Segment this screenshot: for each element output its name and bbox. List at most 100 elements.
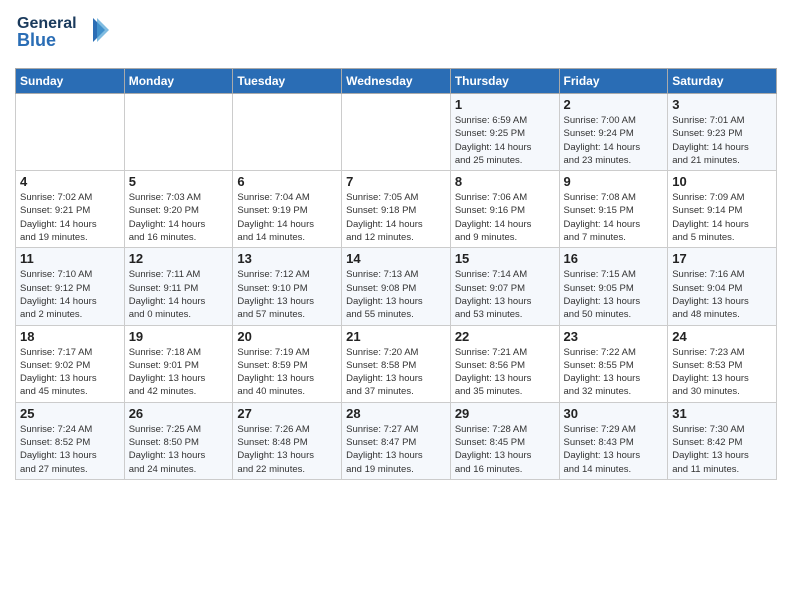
day-info: Sunrise: 7:12 AMSunset: 9:10 PMDaylight:… <box>237 268 337 321</box>
calendar-header: SundayMondayTuesdayWednesdayThursdayFrid… <box>16 69 777 94</box>
calendar-container: General Blue SundayMondayTuesdayWednesda… <box>0 0 792 490</box>
day-number: 24 <box>672 329 772 344</box>
day-cell <box>16 94 125 171</box>
logo-area: General Blue <box>15 10 125 60</box>
day-number: 6 <box>237 174 337 189</box>
day-number: 17 <box>672 251 772 266</box>
day-info: Sunrise: 7:08 AMSunset: 9:15 PMDaylight:… <box>564 191 664 244</box>
day-cell: 27 Sunrise: 7:26 AMSunset: 8:48 PMDayligh… <box>233 402 342 479</box>
day-cell: 18 Sunrise: 7:17 AMSunset: 9:02 PMDayligh… <box>16 325 125 402</box>
day-cell: 4 Sunrise: 7:02 AMSunset: 9:21 PMDaylight… <box>16 171 125 248</box>
day-cell: 12Sunrise: 7:11 AMSunset: 9:11 PMDayligh… <box>124 248 233 325</box>
week-row-2: 4 Sunrise: 7:02 AMSunset: 9:21 PMDaylight… <box>16 171 777 248</box>
day-info: Sunrise: 7:15 AMSunset: 9:05 PMDaylight:… <box>564 268 664 321</box>
day-number: 14 <box>346 251 446 266</box>
day-info: Sunrise: 7:00 AMSunset: 9:24 PMDaylight:… <box>564 114 664 167</box>
day-cell: 29 Sunrise: 7:28 AMSunset: 8:45 PMDayligh… <box>450 402 559 479</box>
day-number: 10 <box>672 174 772 189</box>
weekday-header-thursday: Thursday <box>450 69 559 94</box>
day-cell: 22 Sunrise: 7:21 AMSunset: 8:56 PMDayligh… <box>450 325 559 402</box>
day-info: Sunrise: 7:06 AMSunset: 9:16 PMDaylight:… <box>455 191 555 244</box>
day-number: 7 <box>346 174 446 189</box>
day-info: Sunrise: 7:02 AMSunset: 9:21 PMDaylight:… <box>20 191 120 244</box>
day-number: 15 <box>455 251 555 266</box>
day-cell: 26 Sunrise: 7:25 AMSunset: 8:50 PMDayligh… <box>124 402 233 479</box>
day-cell: 15 Sunrise: 7:14 AMSunset: 9:07 PMDayligh… <box>450 248 559 325</box>
day-number: 20 <box>237 329 337 344</box>
day-cell: 10 Sunrise: 7:09 AMSunset: 9:14 PMDayligh… <box>668 171 777 248</box>
day-cell: 11 Sunrise: 7:10 AMSunset: 9:12 PMDayligh… <box>16 248 125 325</box>
day-info: Sunrise: 7:28 AMSunset: 8:45 PMDaylight:… <box>455 423 555 476</box>
weekday-header-sunday: Sunday <box>16 69 125 94</box>
day-number: 19 <box>129 329 229 344</box>
weekday-row: SundayMondayTuesdayWednesdayThursdayFrid… <box>16 69 777 94</box>
day-cell: 21 Sunrise: 7:20 AMSunset: 8:58 PMDayligh… <box>342 325 451 402</box>
day-cell: 20 Sunrise: 7:19 AMSunset: 8:59 PMDayligh… <box>233 325 342 402</box>
day-number: 21 <box>346 329 446 344</box>
day-cell <box>124 94 233 171</box>
day-info: Sunrise: 7:22 AMSunset: 8:55 PMDaylight:… <box>564 346 664 399</box>
day-number: 11 <box>20 251 120 266</box>
weekday-header-friday: Friday <box>559 69 668 94</box>
day-number: 16 <box>564 251 664 266</box>
day-number: 31 <box>672 406 772 421</box>
day-cell: 19 Sunrise: 7:18 AMSunset: 9:01 PMDayligh… <box>124 325 233 402</box>
day-info: Sunrise: 7:05 AMSunset: 9:18 PMDaylight:… <box>346 191 446 244</box>
day-info: Sunrise: 7:03 AMSunset: 9:20 PMDaylight:… <box>129 191 229 244</box>
day-info: Sunrise: 7:18 AMSunset: 9:01 PMDaylight:… <box>129 346 229 399</box>
day-number: 9 <box>564 174 664 189</box>
day-number: 3 <box>672 97 772 112</box>
day-number: 26 <box>129 406 229 421</box>
day-cell: 9 Sunrise: 7:08 AMSunset: 9:15 PMDaylight… <box>559 171 668 248</box>
day-number: 22 <box>455 329 555 344</box>
day-cell: 7 Sunrise: 7:05 AMSunset: 9:18 PMDaylight… <box>342 171 451 248</box>
day-cell <box>233 94 342 171</box>
day-cell: 1Sunrise: 6:59 AMSunset: 9:25 PMDaylight… <box>450 94 559 171</box>
day-number: 5 <box>129 174 229 189</box>
day-cell: 25 Sunrise: 7:24 AMSunset: 8:52 PMDayligh… <box>16 402 125 479</box>
day-info: Sunrise: 7:29 AMSunset: 8:43 PMDaylight:… <box>564 423 664 476</box>
day-cell: 30 Sunrise: 7:29 AMSunset: 8:43 PMDayligh… <box>559 402 668 479</box>
header: General Blue <box>15 10 777 60</box>
day-cell: 24Sunrise: 7:23 AMSunset: 8:53 PMDayligh… <box>668 325 777 402</box>
day-number: 25 <box>20 406 120 421</box>
day-number: 8 <box>455 174 555 189</box>
week-row-5: 25 Sunrise: 7:24 AMSunset: 8:52 PMDayligh… <box>16 402 777 479</box>
day-cell <box>342 94 451 171</box>
day-number: 30 <box>564 406 664 421</box>
weekday-header-saturday: Saturday <box>668 69 777 94</box>
calendar-table: SundayMondayTuesdayWednesdayThursdayFrid… <box>15 68 777 480</box>
weekday-header-monday: Monday <box>124 69 233 94</box>
day-info: Sunrise: 7:30 AMSunset: 8:42 PMDaylight:… <box>672 423 772 476</box>
day-info: Sunrise: 7:21 AMSunset: 8:56 PMDaylight:… <box>455 346 555 399</box>
day-number: 29 <box>455 406 555 421</box>
day-info: Sunrise: 7:10 AMSunset: 9:12 PMDaylight:… <box>20 268 120 321</box>
day-number: 28 <box>346 406 446 421</box>
day-cell: 28Sunrise: 7:27 AMSunset: 8:47 PMDayligh… <box>342 402 451 479</box>
day-info: Sunrise: 7:04 AMSunset: 9:19 PMDaylight:… <box>237 191 337 244</box>
week-row-4: 18 Sunrise: 7:17 AMSunset: 9:02 PMDayligh… <box>16 325 777 402</box>
day-info: Sunrise: 7:14 AMSunset: 9:07 PMDaylight:… <box>455 268 555 321</box>
day-cell: 3Sunrise: 7:01 AMSunset: 9:23 PMDaylight… <box>668 94 777 171</box>
day-info: Sunrise: 7:17 AMSunset: 9:02 PMDaylight:… <box>20 346 120 399</box>
week-row-1: 1Sunrise: 6:59 AMSunset: 9:25 PMDaylight… <box>16 94 777 171</box>
day-info: Sunrise: 7:19 AMSunset: 8:59 PMDaylight:… <box>237 346 337 399</box>
day-number: 23 <box>564 329 664 344</box>
day-cell: 13 Sunrise: 7:12 AMSunset: 9:10 PMDayligh… <box>233 248 342 325</box>
day-number: 27 <box>237 406 337 421</box>
day-number: 13 <box>237 251 337 266</box>
day-number: 1 <box>455 97 555 112</box>
day-cell: 14 Sunrise: 7:13 AMSunset: 9:08 PMDayligh… <box>342 248 451 325</box>
day-cell: 23 Sunrise: 7:22 AMSunset: 8:55 PMDayligh… <box>559 325 668 402</box>
day-info: Sunrise: 7:24 AMSunset: 8:52 PMDaylight:… <box>20 423 120 476</box>
day-info: Sunrise: 7:09 AMSunset: 9:14 PMDaylight:… <box>672 191 772 244</box>
day-cell: 2Sunrise: 7:00 AMSunset: 9:24 PMDaylight… <box>559 94 668 171</box>
day-info: Sunrise: 7:16 AMSunset: 9:04 PMDaylight:… <box>672 268 772 321</box>
weekday-header-wednesday: Wednesday <box>342 69 451 94</box>
day-info: Sunrise: 7:26 AMSunset: 8:48 PMDaylight:… <box>237 423 337 476</box>
day-info: Sunrise: 7:13 AMSunset: 9:08 PMDaylight:… <box>346 268 446 321</box>
day-info: Sunrise: 7:25 AMSunset: 8:50 PMDaylight:… <box>129 423 229 476</box>
day-info: Sunrise: 7:20 AMSunset: 8:58 PMDaylight:… <box>346 346 446 399</box>
day-number: 4 <box>20 174 120 189</box>
day-number: 18 <box>20 329 120 344</box>
